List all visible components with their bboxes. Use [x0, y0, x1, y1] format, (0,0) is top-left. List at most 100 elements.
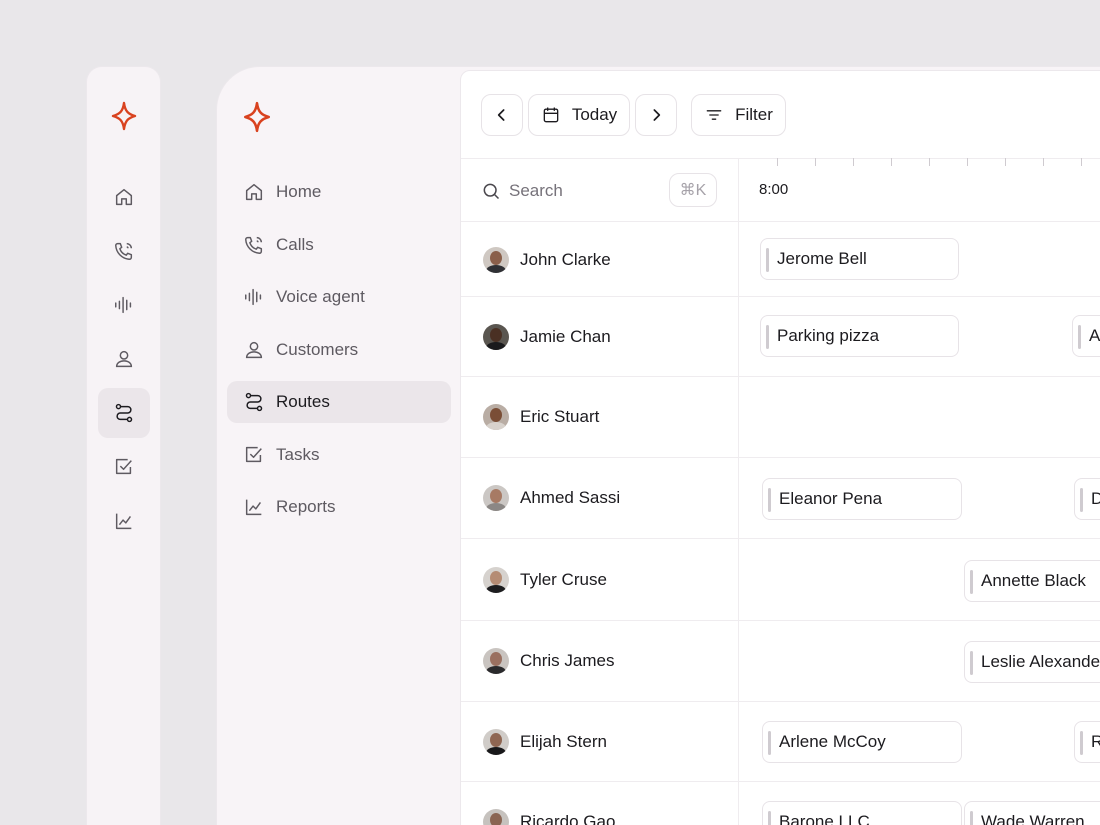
schedule-view: Today Filter Search ⌘K 8:00 John Clarke … [460, 70, 1100, 825]
rail-tasks-button[interactable] [98, 442, 150, 492]
timeline-time-label: 8:00 [759, 181, 789, 198]
route-event[interactable]: Eleanor Pena [762, 478, 962, 520]
person-cell[interactable]: Chris James [483, 648, 614, 674]
search-shortcut-badge: ⌘K [669, 173, 717, 207]
filter-label: Filter [735, 105, 773, 124]
avatar [483, 247, 509, 273]
avatar [483, 324, 509, 350]
waveform-icon [245, 288, 262, 306]
person-name: Chris James [520, 651, 615, 670]
timeline-tick [929, 158, 930, 166]
route-icon [245, 392, 263, 412]
timeline-tick [891, 158, 892, 166]
route-event[interactable]: Leslie Alexander [964, 641, 1100, 683]
home-icon [115, 188, 133, 206]
nav-item-tasks[interactable]: Tasks [227, 434, 451, 476]
avatar [483, 809, 509, 825]
rail-routes-button[interactable] [98, 388, 150, 438]
search-input[interactable]: Search ⌘K [481, 159, 717, 223]
nav-item-label: Voice agent [276, 287, 365, 306]
schedule-row: Elijah Stern Arlene McCoy R [461, 702, 1100, 782]
person-cell[interactable]: Tyler Cruse [483, 567, 607, 593]
route-event[interactable]: A [1072, 315, 1100, 357]
user-icon [245, 341, 263, 358]
person-cell[interactable]: Ahmed Sassi [483, 485, 620, 511]
route-event[interactable]: Wade Warren [964, 801, 1100, 825]
route-event[interactable]: Annette Black [964, 560, 1100, 602]
person-name: Elijah Stern [520, 732, 607, 751]
search-placeholder: Search [509, 181, 563, 200]
route-event[interactable]: Jerome Bell [760, 238, 959, 280]
calendar-icon [543, 107, 559, 123]
chart-line-icon [115, 513, 132, 530]
route-event[interactable]: Parking pizza [760, 315, 959, 357]
person-name: Eric Stuart [520, 407, 600, 426]
checkbox-icon [115, 458, 132, 475]
timeline-ticks [739, 158, 1100, 166]
person-cell[interactable]: Ricardo Gao [483, 809, 615, 825]
person-name: John Clarke [520, 250, 611, 269]
main-nav: Home Calls Voice agent Customers Routes … [227, 171, 451, 539]
avatar [483, 567, 509, 593]
rail-reports-button[interactable] [98, 496, 150, 546]
rail-customers-button[interactable] [98, 334, 150, 384]
route-event[interactable]: Arlene McCoy [762, 721, 962, 763]
route-event[interactable]: D [1074, 478, 1100, 520]
route-event[interactable]: R [1074, 721, 1100, 763]
rail-home-button[interactable] [98, 172, 150, 222]
route-event[interactable]: Barone LLC [762, 801, 962, 825]
schedule-row: Eric Stuart [461, 377, 1100, 458]
avatar [483, 404, 509, 430]
nav-item-home[interactable]: Home [227, 171, 451, 213]
nav-item-reports[interactable]: Reports [227, 486, 451, 528]
checkbox-icon [245, 446, 262, 462]
nav-item-voice-agent[interactable]: Voice agent [227, 276, 451, 318]
phone-icon [245, 236, 263, 254]
previous-day-button[interactable] [481, 94, 523, 136]
today-button[interactable]: Today [528, 94, 630, 136]
nav-item-label: Customers [276, 339, 359, 359]
rail-voice-agent-button[interactable] [98, 280, 150, 330]
route-icon [115, 403, 133, 423]
person-name: Ricardo Gao [520, 812, 616, 825]
person-cell[interactable]: Eric Stuart [483, 404, 599, 430]
schedule-row: Chris James Leslie Alexander [461, 621, 1100, 702]
chevron-right-icon [653, 109, 661, 121]
phone-icon [115, 242, 133, 260]
nav-item-label: Tasks [276, 444, 320, 464]
sparkle-icon[interactable] [111, 101, 137, 131]
nav-item-label: Home [276, 182, 322, 201]
avatar [483, 729, 509, 755]
schedule-row: Ahmed Sassi Eleanor Pena D [461, 458, 1100, 539]
timeline-tick [1043, 158, 1044, 166]
search-icon [483, 183, 500, 200]
timeline-tick [777, 158, 778, 166]
nav-item-calls[interactable]: Calls [227, 224, 451, 266]
person-name: Ahmed Sassi [520, 488, 621, 507]
home-icon [245, 183, 263, 201]
person-name: Jamie Chan [520, 327, 611, 346]
user-icon [115, 350, 133, 368]
filter-button[interactable]: Filter [691, 94, 786, 136]
waveform-icon [115, 296, 132, 314]
person-cell[interactable]: John Clarke [483, 247, 611, 273]
timeline-tick [967, 158, 968, 166]
today-label: Today [571, 105, 618, 124]
nav-item-routes[interactable]: Routes [227, 381, 451, 423]
chart-line-icon [245, 499, 262, 516]
collapsed-sidebar [86, 66, 161, 825]
person-cell[interactable]: Elijah Stern [483, 729, 607, 755]
schedule-row: Tyler Cruse Annette Black [461, 539, 1100, 621]
sparkle-icon[interactable] [242, 101, 272, 133]
date-toolbar: Today Filter [481, 94, 786, 136]
nav-item-customers[interactable]: Customers [227, 329, 451, 371]
nav-item-label: Calls [276, 234, 314, 254]
next-day-button[interactable] [635, 94, 677, 136]
person-cell[interactable]: Jamie Chan [483, 324, 611, 350]
nav-item-label: Routes [276, 392, 330, 411]
timeline-tick [815, 158, 816, 166]
rail-calls-button[interactable] [98, 226, 150, 276]
person-name: Tyler Cruse [520, 570, 607, 589]
timeline-tick [1081, 158, 1082, 166]
avatar [483, 648, 509, 674]
